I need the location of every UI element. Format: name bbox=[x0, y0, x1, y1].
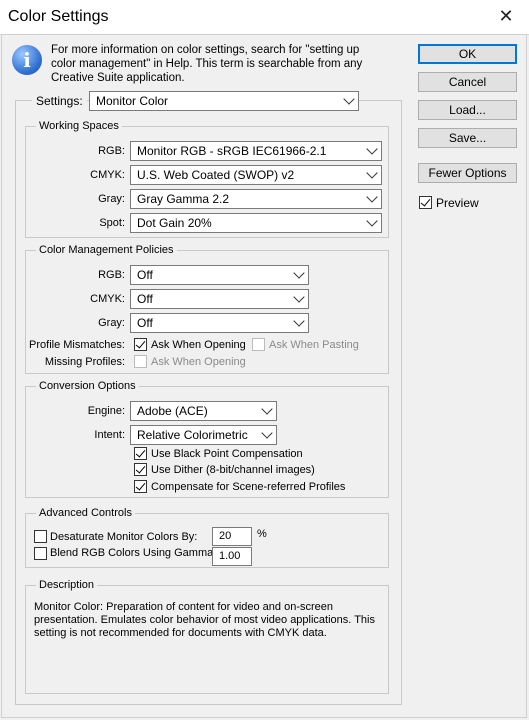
chevron-down-icon bbox=[343, 93, 355, 105]
description-title: Description bbox=[36, 579, 98, 591]
description-text: Monitor Color: Preparation of content fo… bbox=[34, 601, 375, 639]
chevron-down-icon bbox=[293, 267, 305, 279]
ask-when-pasting-checkbox[interactable] bbox=[252, 338, 265, 351]
pol-rgb-value: Off bbox=[137, 268, 153, 282]
fewer-options-button[interactable]: Fewer Options bbox=[418, 163, 517, 183]
pol-cmyk-label: CMYK: bbox=[90, 293, 125, 305]
cancel-button[interactable]: Cancel bbox=[418, 72, 517, 92]
engine-value: Adobe (ACE) bbox=[137, 404, 208, 418]
chevron-down-icon bbox=[366, 215, 378, 227]
info-text: For more information on color settings, … bbox=[51, 44, 363, 84]
chevron-down-icon bbox=[261, 403, 273, 415]
ws-rgb-label: RGB: bbox=[98, 145, 125, 157]
ws-cmyk-label: CMYK: bbox=[90, 169, 125, 181]
ask-when-pasting-label: Ask When Pasting bbox=[269, 339, 359, 351]
ws-spot-value: Dot Gain 20% bbox=[137, 216, 212, 230]
chevron-down-icon bbox=[293, 291, 305, 303]
ws-cmyk-value: U.S. Web Coated (SWOP) v2 bbox=[137, 168, 295, 182]
desaturate-label: Desaturate Monitor Colors By: bbox=[50, 531, 198, 543]
scene-referred-label: Compensate for Scene-referred Profiles bbox=[151, 481, 346, 493]
ws-gray-value: Gray Gamma 2.2 bbox=[137, 192, 230, 206]
missing-ask-when-opening-checkbox[interactable] bbox=[134, 355, 147, 368]
preview-label: Preview bbox=[436, 196, 479, 210]
close-icon[interactable]: ✕ bbox=[492, 4, 520, 28]
missing-profiles-label: Missing Profiles: bbox=[44, 356, 125, 368]
blend-gamma-input[interactable]: 1.00 bbox=[212, 547, 252, 566]
pol-rgb-select[interactable]: Off bbox=[130, 265, 309, 285]
ws-gray-label: Gray: bbox=[98, 193, 125, 205]
advanced-title: Advanced Controls bbox=[36, 507, 135, 519]
intent-label: Intent: bbox=[94, 429, 125, 441]
settings-select[interactable]: Monitor Color bbox=[89, 91, 359, 111]
chevron-down-icon bbox=[293, 315, 305, 327]
ws-rgb-value: Monitor RGB - sRGB IEC61966-2.1 bbox=[137, 144, 327, 158]
dither-label: Use Dither (8-bit/channel images) bbox=[151, 464, 315, 476]
info-icon: i bbox=[12, 45, 42, 75]
black-point-checkbox[interactable] bbox=[134, 447, 147, 460]
settings-label: Settings: bbox=[32, 94, 87, 108]
chevron-down-icon bbox=[366, 191, 378, 203]
dither-checkbox[interactable] bbox=[134, 463, 147, 476]
profile-mismatches-label: Profile Mismatches: bbox=[29, 339, 125, 351]
ws-spot-label: Spot: bbox=[99, 217, 125, 229]
pol-gray-label: Gray: bbox=[98, 317, 125, 329]
pol-cmyk-value: Off bbox=[137, 292, 153, 306]
intent-select[interactable]: Relative Colorimetric bbox=[130, 425, 277, 445]
pol-cmyk-select[interactable]: Off bbox=[130, 289, 309, 309]
chevron-down-icon bbox=[261, 427, 273, 439]
settings-value: Monitor Color bbox=[96, 94, 169, 108]
intent-value: Relative Colorimetric bbox=[137, 428, 248, 442]
engine-label: Engine: bbox=[87, 405, 125, 417]
load-button[interactable]: Load... bbox=[418, 100, 517, 120]
ws-gray-select[interactable]: Gray Gamma 2.2 bbox=[130, 189, 382, 209]
chevron-down-icon bbox=[366, 167, 378, 179]
ws-rgb-select[interactable]: Monitor RGB - sRGB IEC61966-2.1 bbox=[130, 141, 382, 161]
pol-gray-value: Off bbox=[137, 316, 153, 330]
save-button[interactable]: Save... bbox=[418, 128, 517, 148]
policies-title: Color Management Policies bbox=[36, 244, 177, 256]
ask-when-opening-label: Ask When Opening bbox=[151, 339, 246, 351]
missing-ask-when-opening-label: Ask When Opening bbox=[151, 356, 246, 368]
blend-gamma-label: Blend RGB Colors Using Gamma: bbox=[50, 547, 217, 559]
percent-label: % bbox=[257, 528, 267, 540]
pol-gray-select[interactable]: Off bbox=[130, 313, 309, 333]
ws-cmyk-select[interactable]: U.S. Web Coated (SWOP) v2 bbox=[130, 165, 382, 185]
desaturate-checkbox[interactable] bbox=[34, 530, 47, 543]
pol-rgb-label: RGB: bbox=[98, 269, 125, 281]
ws-spot-select[interactable]: Dot Gain 20% bbox=[130, 213, 382, 233]
working-spaces-title: Working Spaces bbox=[36, 120, 122, 132]
black-point-label: Use Black Point Compensation bbox=[151, 448, 303, 460]
ok-button[interactable]: OK bbox=[418, 44, 517, 64]
desaturate-input[interactable]: 20 bbox=[212, 527, 252, 546]
blend-gamma-checkbox[interactable] bbox=[34, 547, 47, 560]
engine-select[interactable]: Adobe (ACE) bbox=[130, 401, 277, 421]
scene-referred-checkbox[interactable] bbox=[134, 480, 147, 493]
ask-when-opening-checkbox[interactable] bbox=[134, 338, 147, 351]
chevron-down-icon bbox=[366, 143, 378, 155]
window-title: Color Settings bbox=[8, 8, 109, 25]
conversion-title: Conversion Options bbox=[36, 380, 139, 392]
preview-checkbox[interactable] bbox=[419, 196, 432, 209]
